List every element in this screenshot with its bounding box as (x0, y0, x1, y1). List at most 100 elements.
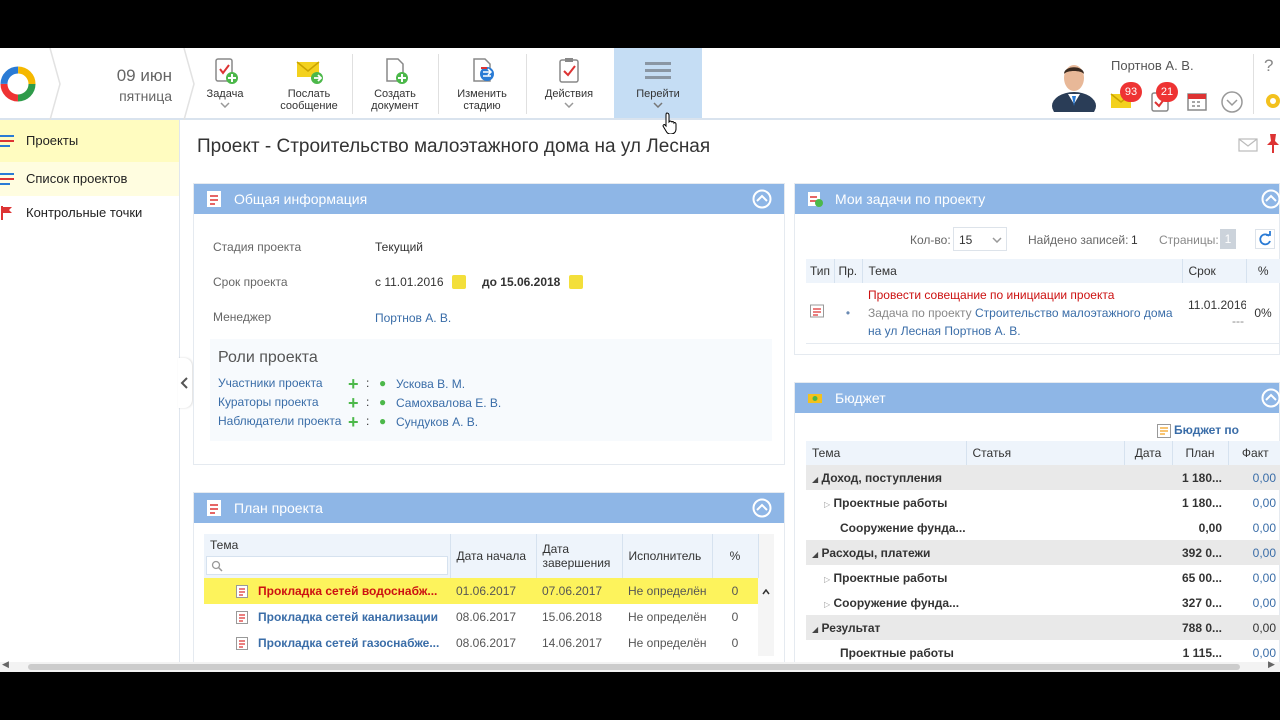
role-curator-person[interactable]: Самохвалова Е. В. (396, 396, 501, 410)
plan-row-topic[interactable]: Прокладка сетей канализации (258, 610, 438, 624)
create-document-button[interactable]: Создать документ (358, 48, 432, 118)
col-percent[interactable]: % (712, 534, 759, 578)
term-from-calendar-icon[interactable] (452, 275, 466, 289)
table-row[interactable]: Сооружение фунда... 0,00 0,00 (806, 515, 1280, 540)
col-type[interactable]: Тип (806, 259, 835, 283)
collapse-up-icon[interactable] (752, 189, 772, 209)
change-stage-button[interactable]: Изменить стадию (444, 48, 520, 118)
user-avatar[interactable] (1050, 56, 1098, 112)
current-date: 09 июн пятница (50, 48, 182, 120)
role-observers[interactable]: Наблюдатели проекта (218, 414, 341, 428)
add-observer-icon[interactable]: + (348, 412, 359, 433)
user-menu-chevron-icon[interactable] (1220, 90, 1244, 114)
sidebar-item-projects[interactable]: Проекты (0, 120, 179, 162)
collapse-up-icon[interactable] (1261, 189, 1280, 209)
task-title-link[interactable]: Провести совещание по инициации проекта (868, 286, 1176, 304)
role-curators[interactable]: Кураторы проекта (218, 395, 319, 409)
table-row[interactable]: Прокладка сетей канализации 08.06.2017 1… (204, 604, 774, 630)
send-message-label-1: Послать (287, 88, 331, 100)
col-executor[interactable]: Исполнитель (622, 534, 713, 578)
table-row[interactable]: ▷ Проектные работы 65 00... 0,00 (806, 565, 1280, 590)
expanded-triangle-icon[interactable]: ◢ (812, 475, 818, 484)
user-name[interactable]: Портнов А. В. (1111, 58, 1194, 73)
expanded-triangle-icon[interactable]: ◢ (812, 625, 818, 634)
scroll-left-arrow-icon[interactable]: ◀ (2, 659, 9, 670)
collapsed-triangle-icon[interactable]: ▷ (824, 575, 830, 584)
col-due[interactable]: Срок (1182, 259, 1247, 283)
role-participants[interactable]: Участники проекта (218, 376, 323, 390)
table-row[interactable]: ▷ Проектные работы 1 180... 0,00 (806, 490, 1280, 515)
budget-row-topic: Доход, поступления (821, 470, 943, 485)
plan-scrollbar-top[interactable] (758, 534, 774, 578)
tasks-count-badge: 21 (1156, 82, 1178, 102)
col-priority[interactable]: Пр. (834, 259, 863, 283)
collapsed-triangle-icon[interactable]: ▷ (824, 500, 830, 509)
table-row[interactable]: Прокладка сетей газоснабже... 08.06.2017… (204, 630, 774, 656)
plan-row-start: 08.06.2017 (456, 610, 517, 624)
budget-row-plan: 65 00... (1181, 570, 1222, 585)
refresh-icon[interactable] (1255, 229, 1275, 249)
add-curator-icon[interactable]: + (348, 393, 359, 414)
col-budget-article[interactable]: Статья (966, 441, 1125, 465)
person-icon: ● (379, 414, 387, 428)
help-icon[interactable]: ? (1264, 56, 1273, 76)
task-project-link-2[interactable]: на ул Лесная Портнов А. В. (868, 324, 1021, 338)
app-logo-icon[interactable] (0, 62, 40, 106)
scroll-up-arrow-icon[interactable] (758, 578, 774, 604)
plan-row-start: 08.06.2017 (456, 636, 517, 650)
budget-panel: Бюджет Бюджет по статьям Тема Статья Дат… (794, 382, 1280, 672)
table-row[interactable]: ◢ Расходы, платежи 392 0... 0,00 (806, 540, 1280, 565)
plan-task-icon (236, 585, 248, 598)
sidebar-item-checkpoints[interactable]: Контрольные точки (0, 196, 179, 230)
page-number-button[interactable]: 1 (1220, 229, 1236, 249)
expanded-triangle-icon[interactable]: ◢ (812, 550, 818, 559)
table-row[interactable]: ◢ Результат 788 0... 0,00 (806, 615, 1280, 640)
sidebar-collapse-handle[interactable] (178, 358, 192, 408)
sidebar-item-project-list[interactable]: Список проектов (0, 162, 179, 196)
collapsed-triangle-icon[interactable]: ▷ (824, 600, 830, 609)
plan-row-topic[interactable]: Прокладка сетей газоснабже... (258, 636, 439, 650)
topic-filter-input[interactable] (206, 556, 448, 575)
role-observer-person[interactable]: Сундуков А. В. (396, 415, 478, 429)
task-button[interactable]: Задача (196, 48, 254, 118)
col-budget-plan[interactable]: План (1172, 441, 1229, 465)
manager-link[interactable]: Портнов А. В. (375, 311, 451, 325)
table-row[interactable]: ◢ Доход, поступления 1 180... 0,00 (806, 465, 1280, 490)
table-row[interactable]: ▷ Сооружение фунда... 327 0... 0,00 (806, 590, 1280, 615)
term-to-calendar-icon[interactable] (569, 275, 583, 289)
add-participant-icon[interactable]: + (348, 374, 359, 395)
plan-row-topic[interactable]: Прокладка сетей водоснабж... (258, 584, 437, 598)
plan-row-executor: Не определён (628, 636, 707, 650)
email-icon[interactable] (1238, 138, 1258, 152)
col-task-topic[interactable]: Тема (862, 259, 1183, 283)
send-message-button[interactable]: Послать сообщение (270, 48, 348, 118)
collapse-up-icon[interactable] (752, 498, 772, 518)
task-project-link[interactable]: Строительство малоэтажного дома (975, 306, 1173, 320)
col-budget-date[interactable]: Дата (1124, 441, 1173, 465)
calendar-icon[interactable] (1186, 90, 1208, 112)
col-start-date[interactable]: Дата начала (450, 534, 537, 578)
budget-row-fact: 0,00 (1252, 470, 1276, 485)
sidebar-item-label: Контрольные точки (26, 205, 143, 220)
project-plan-header: План проекта (194, 493, 784, 523)
settings-gear-icon[interactable] (1262, 90, 1280, 112)
goto-button[interactable]: Перейти (614, 48, 702, 118)
goto-button-label: Перейти (636, 88, 680, 100)
tasks-count-select[interactable]: 15 (953, 227, 1007, 251)
table-row[interactable]: • Провести совещание по инициации проект… (806, 283, 1280, 343)
col-topic[interactable]: Тема (204, 534, 451, 578)
role-participant-person[interactable]: Ускова В. М. (396, 377, 465, 391)
chevron-down-icon (653, 102, 663, 108)
scrollbar-thumb[interactable] (28, 664, 1240, 670)
table-row[interactable]: Прокладка сетей водоснабж... 01.06.2017 … (204, 578, 774, 604)
collapse-up-icon[interactable] (1261, 388, 1280, 408)
col-task-pct[interactable]: % (1246, 259, 1280, 283)
col-budget-fact[interactable]: Факт (1228, 441, 1280, 465)
col-budget-topic[interactable]: Тема (806, 441, 967, 465)
actions-button[interactable]: Действия (536, 48, 602, 118)
col-end-date[interactable]: Дата завершения (536, 534, 623, 578)
scroll-right-arrow-icon[interactable]: ▶ (1268, 659, 1275, 670)
horizontal-scrollbar[interactable]: ◀ ▶ (0, 659, 1280, 672)
actions-checklist-icon (559, 58, 579, 83)
pin-icon[interactable] (1266, 134, 1280, 154)
